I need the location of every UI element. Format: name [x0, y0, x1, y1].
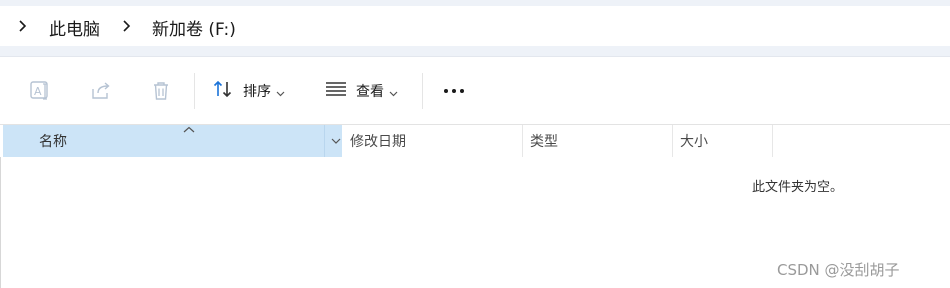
view-label: 查看 — [356, 84, 384, 100]
watermark: CSDN @没刮胡子 — [777, 261, 900, 279]
column-divider[interactable] — [522, 125, 523, 157]
column-filter-chevron-icon[interactable] — [324, 125, 346, 157]
breadcrumb: 此电脑 新加卷 (F:) — [0, 6, 950, 46]
column-header-size-label: 大小 — [680, 134, 708, 150]
column-header-modified-label: 修改日期 — [350, 134, 406, 150]
column-header-name-label: 名称 — [39, 134, 67, 150]
column-header-name[interactable]: 名称 — [3, 125, 342, 157]
chevron-down-icon — [276, 82, 285, 101]
share-icon[interactable] — [89, 79, 113, 103]
chevron-right-icon[interactable] — [16, 20, 28, 32]
rename-icon[interactable]: A — [28, 79, 52, 103]
more-icon[interactable] — [442, 79, 466, 103]
column-header-row: 名称 修改日期 类型 大小 — [0, 125, 950, 157]
breadcrumb-item-this-pc[interactable]: 此电脑 — [49, 15, 100, 40]
command-bar: A 排序 查看 — [0, 57, 950, 125]
column-divider[interactable] — [672, 125, 673, 157]
list-view-icon — [325, 78, 347, 104]
toolbar-separator-band — [0, 46, 950, 57]
column-header-type[interactable]: 类型 — [530, 125, 670, 157]
column-header-type-label: 类型 — [530, 134, 558, 150]
toolbar-divider — [422, 73, 423, 109]
column-header-size[interactable]: 大小 — [680, 125, 770, 157]
breadcrumb-item-drive[interactable]: 新加卷 (F:) — [152, 15, 236, 40]
column-divider[interactable] — [772, 125, 773, 157]
empty-folder-message: 此文件夹为空。 — [752, 180, 844, 195]
chevron-down-icon — [389, 82, 398, 101]
sort-button[interactable]: 排序 — [212, 77, 285, 105]
sort-ascending-icon — [183, 122, 195, 138]
toolbar-divider — [194, 73, 195, 109]
view-button[interactable]: 查看 — [325, 77, 398, 105]
trash-icon[interactable] — [149, 79, 173, 103]
column-header-modified[interactable]: 修改日期 — [350, 125, 520, 157]
svg-text:A: A — [34, 85, 42, 98]
sort-icon — [212, 78, 234, 104]
chevron-right-icon[interactable] — [120, 20, 132, 32]
sort-label: 排序 — [243, 84, 271, 100]
